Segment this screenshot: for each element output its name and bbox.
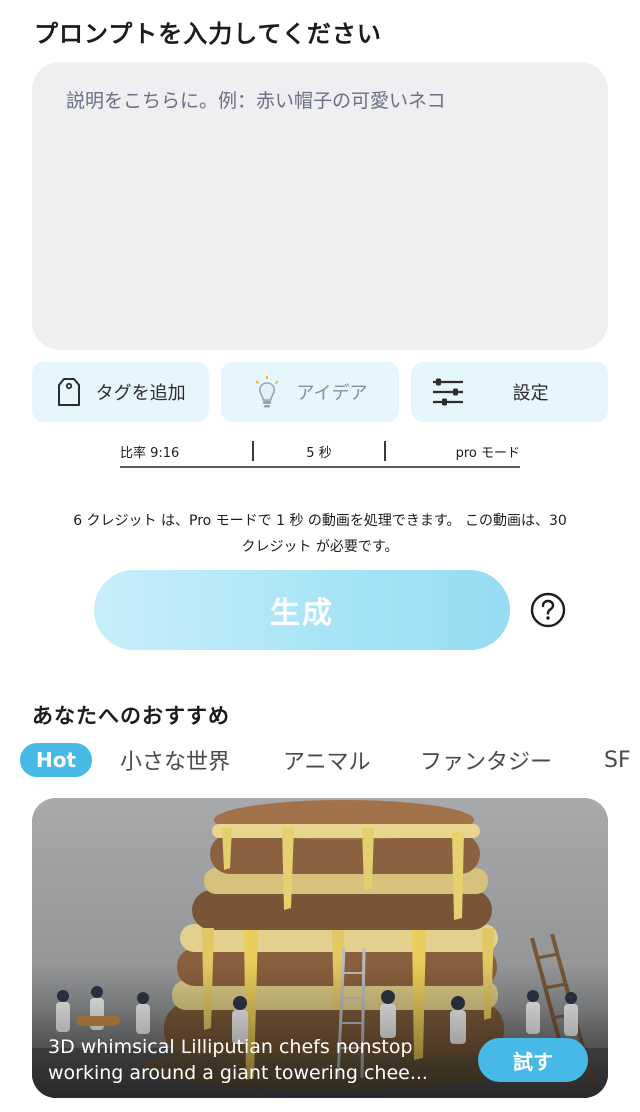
settings-button[interactable]: 設定 <box>410 362 608 422</box>
tab-hot[interactable]: Hot <box>20 743 93 777</box>
idea-label: アイデア <box>296 383 368 404</box>
card-caption-line2: working around a giant towering chee... <box>48 1062 428 1084</box>
generate-button[interactable]: 生成 <box>94 570 510 650</box>
sliders-icon <box>432 378 463 406</box>
page-title: プロンプトを入力してください <box>34 20 382 48</box>
credit-info-line2: クレジット が必要です。 <box>241 539 399 555</box>
credit-info: 6 クレジット は、Pro モードで 1 秒 の動画を処理できます。 この動画は… <box>30 508 610 560</box>
question-circle-icon[interactable] <box>530 592 566 628</box>
mode-option[interactable]: pro モード <box>386 440 520 462</box>
prompt-box[interactable] <box>32 62 608 350</box>
action-row: タグを追加 アイデア 設定 <box>32 362 608 422</box>
add-tag-label: タグを追加 <box>95 383 186 404</box>
tag-icon <box>57 378 80 406</box>
recommendation-card[interactable]: 3D whimsical Lilliputian chefs nonstop w… <box>32 798 608 1098</box>
tab-small-world[interactable]: 小さな世界 <box>120 743 230 777</box>
add-tag-button[interactable]: タグを追加 <box>32 362 210 422</box>
idea-button[interactable]: アイデア <box>221 362 399 422</box>
tab-sf[interactable]: SF <box>604 743 631 777</box>
card-caption-line1: 3D whimsical Lilliputian chefs nonstop <box>48 1036 413 1058</box>
card-caption: 3D whimsical Lilliputian chefs nonstop w… <box>48 1034 468 1086</box>
tab-animal[interactable]: アニマル <box>283 743 371 777</box>
ratio-option[interactable]: 比率 9:16 <box>120 440 252 462</box>
category-tabs: Hot 小さな世界 アニマル ファンタジー SF <box>20 740 640 780</box>
try-button[interactable]: 試す <box>478 1038 588 1082</box>
tab-fantasy[interactable]: ファンタジー <box>420 743 552 777</box>
options-row: 比率 9:16 5 秒 pro モード <box>120 436 520 468</box>
settings-label: 設定 <box>512 383 549 404</box>
recommend-title: あなたへのおすすめ <box>32 704 230 728</box>
lightbulb-icon <box>255 376 280 408</box>
prompt-input[interactable] <box>32 62 608 350</box>
credit-info-line1: 6 クレジット は、Pro モードで 1 秒 の動画を処理できます。 この動画は… <box>73 513 567 529</box>
duration-option[interactable]: 5 秒 <box>254 440 384 462</box>
